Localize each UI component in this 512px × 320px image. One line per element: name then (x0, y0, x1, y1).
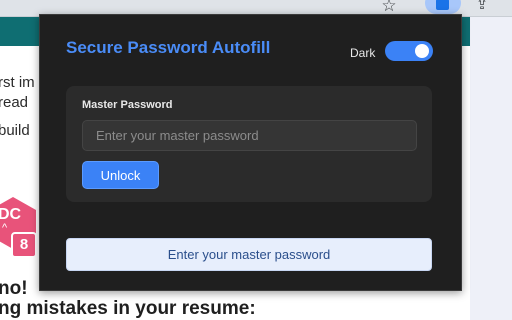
dark-mode-toggle[interactable] (385, 41, 433, 61)
extensions-button[interactable] (425, 0, 461, 14)
chevron-up-icon: ^ (2, 222, 8, 234)
master-password-input[interactable] (82, 120, 417, 151)
page-heading: no! (0, 278, 28, 299)
extension-popup: Secure Password Autofill Dark Master Pas… (39, 14, 462, 291)
master-password-label: Master Password (82, 99, 173, 111)
page-heading: ng mistakes in your resume: (0, 298, 256, 319)
number-badge: 8 (11, 232, 37, 258)
page-text-line: rst im (0, 74, 35, 91)
popup-title: Secure Password Autofill (66, 38, 271, 57)
extensions-puzzle-icon (436, 0, 449, 10)
share-icon[interactable]: ⇪ (472, 0, 492, 14)
unlock-card: Master Password Unlock (66, 86, 432, 202)
page-text-line: read (0, 94, 29, 111)
status-message: Enter your master password (66, 238, 432, 271)
page-text-line: build (0, 122, 30, 139)
theme-label: Dark (350, 46, 376, 60)
unlock-button[interactable]: Unlock (82, 161, 159, 189)
toggle-knob (415, 44, 429, 58)
page-right-panel (470, 17, 512, 320)
